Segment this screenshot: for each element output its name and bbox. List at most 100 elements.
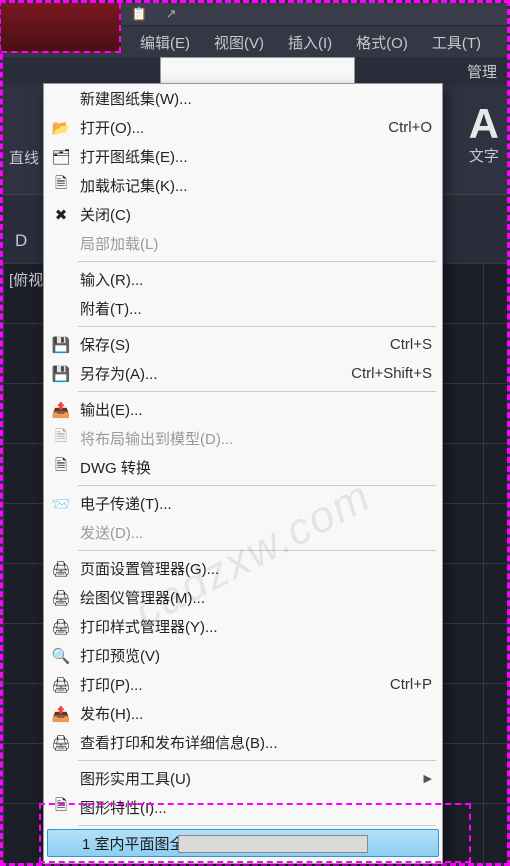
menu-export[interactable]: 📤 输出(E)... [44,395,442,424]
text-tool-icon: A [469,103,499,145]
menu-separator [78,391,436,392]
menu-partial-load: 局部加载(L) [44,229,442,258]
menu-tools[interactable]: 工具(T) [420,27,493,58]
qat-icon[interactable]: 📋 [131,6,147,22]
menu-save-as[interactable]: 💾 另存为(A)... Ctrl+Shift+S [44,359,442,388]
menu-send: 发送(D)... [44,518,442,547]
ribbon-text-panel[interactable]: A 文字 [469,103,499,166]
menu-open-sheetset[interactable]: 🗂 打开图纸集(E)... [44,142,442,171]
app-logo[interactable] [1,3,121,53]
menu-item-label: 图形实用工具(U) [80,768,418,789]
menu-item-label: 图形特性(I)... [80,797,432,818]
menu-separator [78,326,436,327]
menu-item-label: 附着(T)... [80,298,432,319]
view-label[interactable]: [俯视 [9,269,43,290]
menu-dwg-convert[interactable]: 🗎 DWG 转换 [44,453,442,482]
menu-close[interactable]: ✖ 关闭(C) [44,200,442,229]
menu-plot-style-mgr[interactable]: 🖨 打印样式管理器(Y)... [44,612,442,641]
print-icon: 🖨 [50,675,72,695]
menu-separator [78,261,436,262]
menu-item-label: DWG 转换 [80,457,432,478]
ribbon-tabs: 管理 [467,57,507,85]
blank-icon [50,299,72,319]
properties-icon: 🗎 [50,798,72,818]
menu-plot-details[interactable]: 🖨 查看打印和发布详细信息(B)... [44,728,442,757]
blank-icon [50,523,72,543]
menu-new-sheetset[interactable]: 新建图纸集(W)... [44,84,442,113]
menu-shortcut: Ctrl+O [388,119,432,136]
menu-load-markup[interactable]: 🗎 加载标记集(K)... [44,171,442,200]
etransmit-icon: 📨 [50,494,72,514]
file-menu-dropdown: cadzxw.com 新建图纸集(W)... 📂 打开(O)... Ctrl+O… [43,83,443,864]
menu-shortcut: Ctrl+P [390,676,432,693]
menu-item-label: 打开(O)... [80,117,378,138]
line-tool-label: 直线 [9,147,39,168]
menu-item-label: 发送(D)... [80,522,432,543]
markup-icon: 🗎 [50,176,72,196]
details-icon: 🖨 [50,733,72,753]
publish-icon: 📤 [50,704,72,724]
menu-plot[interactable]: 🖨 打印(P)... Ctrl+P [44,670,442,699]
menu-shortcut: Ctrl+Shift+S [351,365,432,382]
menu-import[interactable]: 输入(R)... [44,265,442,294]
save-as-icon: 💾 [50,364,72,384]
text-tool-label: 文字 [469,145,499,166]
menu-etransmit[interactable]: 📨 电子传递(T)... [44,489,442,518]
menu-item-label: 新建图纸集(W)... [80,88,432,109]
menu-drawing-utils[interactable]: 图形实用工具(U) ▶ [44,764,442,793]
menu-format[interactable]: 格式(O) [344,27,420,58]
menu-shortcut: Ctrl+S [390,336,432,353]
menu-separator [78,825,436,826]
save-icon: 💾 [50,335,72,355]
blank-icon [50,270,72,290]
tab-manage[interactable]: 管理 [467,61,497,82]
qat-share-icon[interactable]: ↗ [166,6,177,22]
page-setup-icon: 🖨 [50,559,72,579]
menu-insert[interactable]: 插入(I) [276,27,344,58]
menu-open[interactable]: 📂 打开(O)... Ctrl+O [44,113,442,142]
menu-item-label: 关闭(C) [80,204,432,225]
menu-item-label: 保存(S) [80,334,380,355]
menu-item-label: 输入(R)... [80,269,432,290]
export-icon: 📤 [50,400,72,420]
layout-icon: 🗎 [50,429,72,449]
blank-icon [50,234,72,254]
menu-separator [78,550,436,551]
drawing-tab-label[interactable]: D [15,231,27,251]
blank-icon [50,769,72,789]
menu-save[interactable]: 💾 保存(S) Ctrl+S [44,330,442,359]
menu-item-label: 查看打印和发布详细信息(B)... [80,732,432,753]
menu-item-label: 加载标记集(K)... [80,175,432,196]
menu-view[interactable]: 视图(V) [202,27,276,58]
submenu-arrow-icon: ▶ [424,772,432,785]
menu-item-label: 打印样式管理器(Y)... [80,616,432,637]
menu-layout-to-model: 🗎 将布局输出到模型(D)... [44,424,442,453]
menu-connector [160,57,355,85]
preview-icon: 🔍 [50,646,72,666]
menu-item-label: 输出(E)... [80,399,432,420]
blank-icon [50,89,72,109]
menu-item-label: 绘图仪管理器(M)... [80,587,432,608]
plot-style-icon: 🖨 [50,617,72,637]
menu-item-label: 将布局输出到模型(D)... [80,428,432,449]
menu-item-label: 页面设置管理器(G)... [80,558,432,579]
dwg-icon: 🗎 [50,458,72,478]
menu-plotter-mgr[interactable]: 🖨 绘图仪管理器(M)... [44,583,442,612]
folder-open-icon: 📂 [50,118,72,138]
menu-plot-preview[interactable]: 🔍 打印预览(V) [44,641,442,670]
plotter-icon: 🖨 [50,588,72,608]
menu-page-setup[interactable]: 🖨 页面设置管理器(G)... [44,554,442,583]
sheetset-icon: 🗂 [50,147,72,167]
menu-item-label: 发布(H)... [80,703,432,724]
menu-publish[interactable]: 📤 发布(H)... [44,699,442,728]
menu-separator [78,485,436,486]
menu-item-label: 打印(P)... [80,674,380,695]
menu-item-label: 另存为(A)... [80,363,341,384]
menu-drawing-props[interactable]: 🗎 图形特性(I)... [44,793,442,822]
menu-separator [78,760,436,761]
menu-item-label: 打开图纸集(E)... [80,146,432,167]
menu-attach[interactable]: 附着(T)... [44,294,442,323]
menu-item-label: 电子传递(T)... [80,493,432,514]
menu-edit[interactable]: 编辑(E) [128,27,202,58]
scrollbar-track[interactable] [178,835,368,853]
